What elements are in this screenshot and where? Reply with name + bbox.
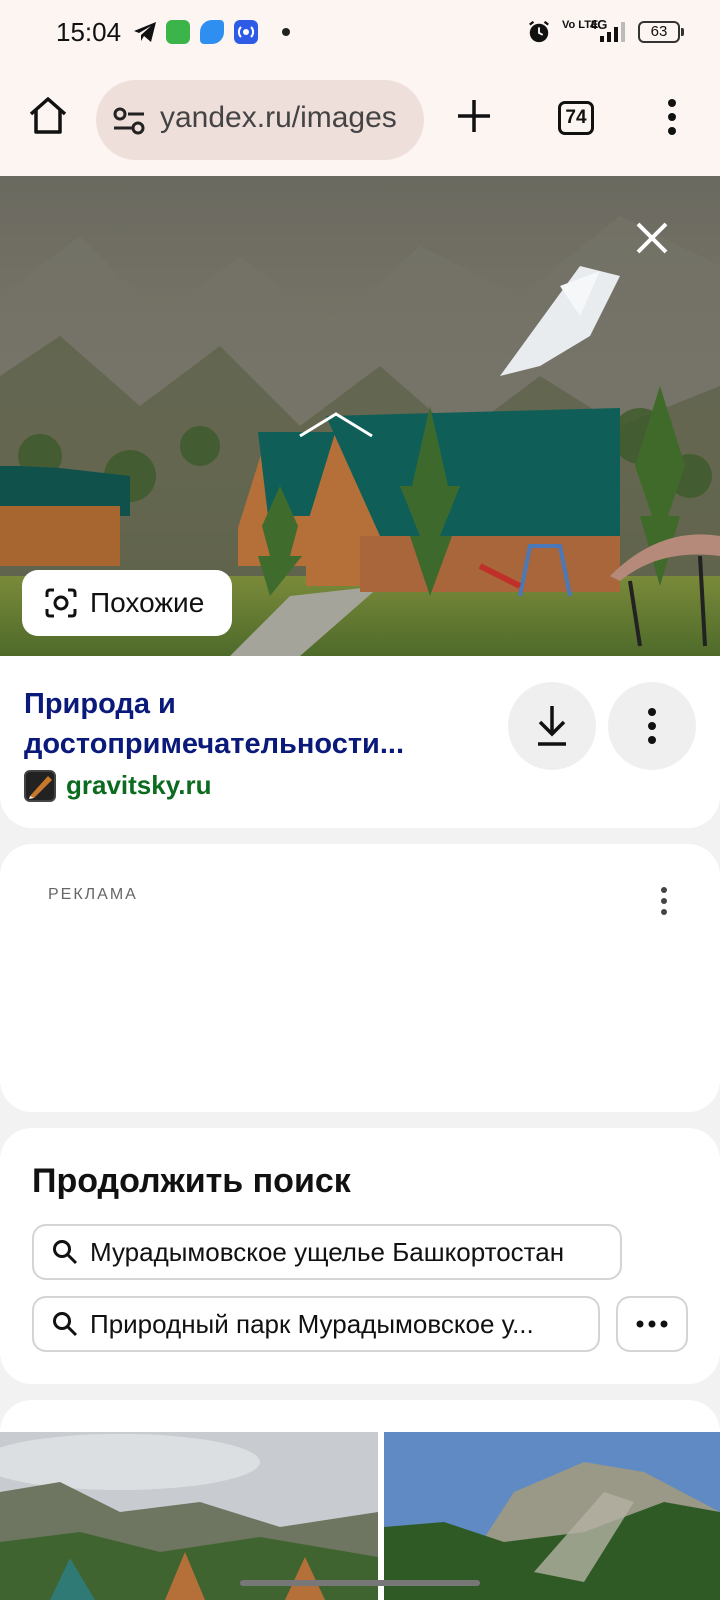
status-bar: 15:04 Vo LTE 4G 63 [0, 0, 720, 64]
similar-images-grid [0, 1400, 720, 1600]
new-tab-icon[interactable] [456, 98, 492, 134]
download-icon [538, 706, 566, 746]
close-icon[interactable] [632, 218, 672, 258]
more-suggestions-button[interactable] [616, 1296, 688, 1352]
search-suggestion-chip[interactable]: Природный парк Мурадымовское у... [32, 1296, 600, 1352]
app-icon-radio [234, 20, 258, 44]
ad-menu-icon[interactable] [658, 886, 670, 916]
menu-icon[interactable] [666, 98, 678, 136]
thumbnail[interactable] [384, 1432, 720, 1600]
similar-images-label: Похожие [90, 587, 205, 618]
app-icon-blue [200, 20, 224, 44]
site-settings-icon[interactable] [112, 106, 146, 136]
home-indicator[interactable] [240, 1580, 480, 1586]
address-bar[interactable]: yandex.ru/images [96, 80, 424, 160]
search-suggestion-chip[interactable]: Мурадымовское ущелье Башкортостан [32, 1224, 622, 1280]
image-title-link[interactable]: Природа и достопримечательности... [24, 684, 444, 764]
similar-images-button[interactable]: Похожие [22, 570, 232, 636]
app-icon-green [166, 20, 190, 44]
search-icon [53, 1312, 78, 1337]
source-domain-link[interactable]: gravitsky.ru [66, 770, 211, 801]
continue-search-title: Продолжить поиск [32, 1162, 351, 1200]
url-text[interactable]: yandex.ru/images [160, 101, 397, 135]
more-vertical-icon [648, 708, 656, 744]
favicon [24, 770, 56, 802]
more-horizontal-icon [636, 1320, 668, 1328]
download-button[interactable] [508, 682, 596, 770]
search-suggestion-text: Мурадымовское ущелье Башкортостан [90, 1236, 565, 1267]
thumbnail[interactable] [0, 1432, 378, 1600]
home-icon[interactable] [26, 94, 70, 138]
browser-toolbar: yandex.ru/images 74 [0, 64, 720, 176]
telegram-icon [134, 22, 156, 42]
continue-search-card: Продолжить поиск Мурадымовское ущелье Ба… [0, 1128, 720, 1384]
ad-label: РЕКЛАМА [48, 886, 138, 903]
more-options-button[interactable] [608, 682, 696, 770]
alarm-icon [529, 20, 549, 43]
image-viewer[interactable]: Похожие [0, 176, 720, 656]
search-icon [53, 1240, 78, 1265]
signal-icon [600, 22, 625, 42]
notification-dot [282, 28, 290, 36]
battery-icon: 63 [638, 21, 684, 43]
clock: 15:04 [56, 17, 122, 47]
search-suggestion-text: Природный парк Мурадымовское у... [90, 1308, 534, 1339]
tab-count: 74 [565, 107, 587, 128]
ad-block: РЕКЛАМА [0, 844, 720, 1112]
tabs-icon[interactable]: 74 [558, 101, 594, 135]
camera-search-icon [45, 588, 77, 618]
image-info-card: Природа и достопримечательности... gravi… [0, 656, 720, 828]
